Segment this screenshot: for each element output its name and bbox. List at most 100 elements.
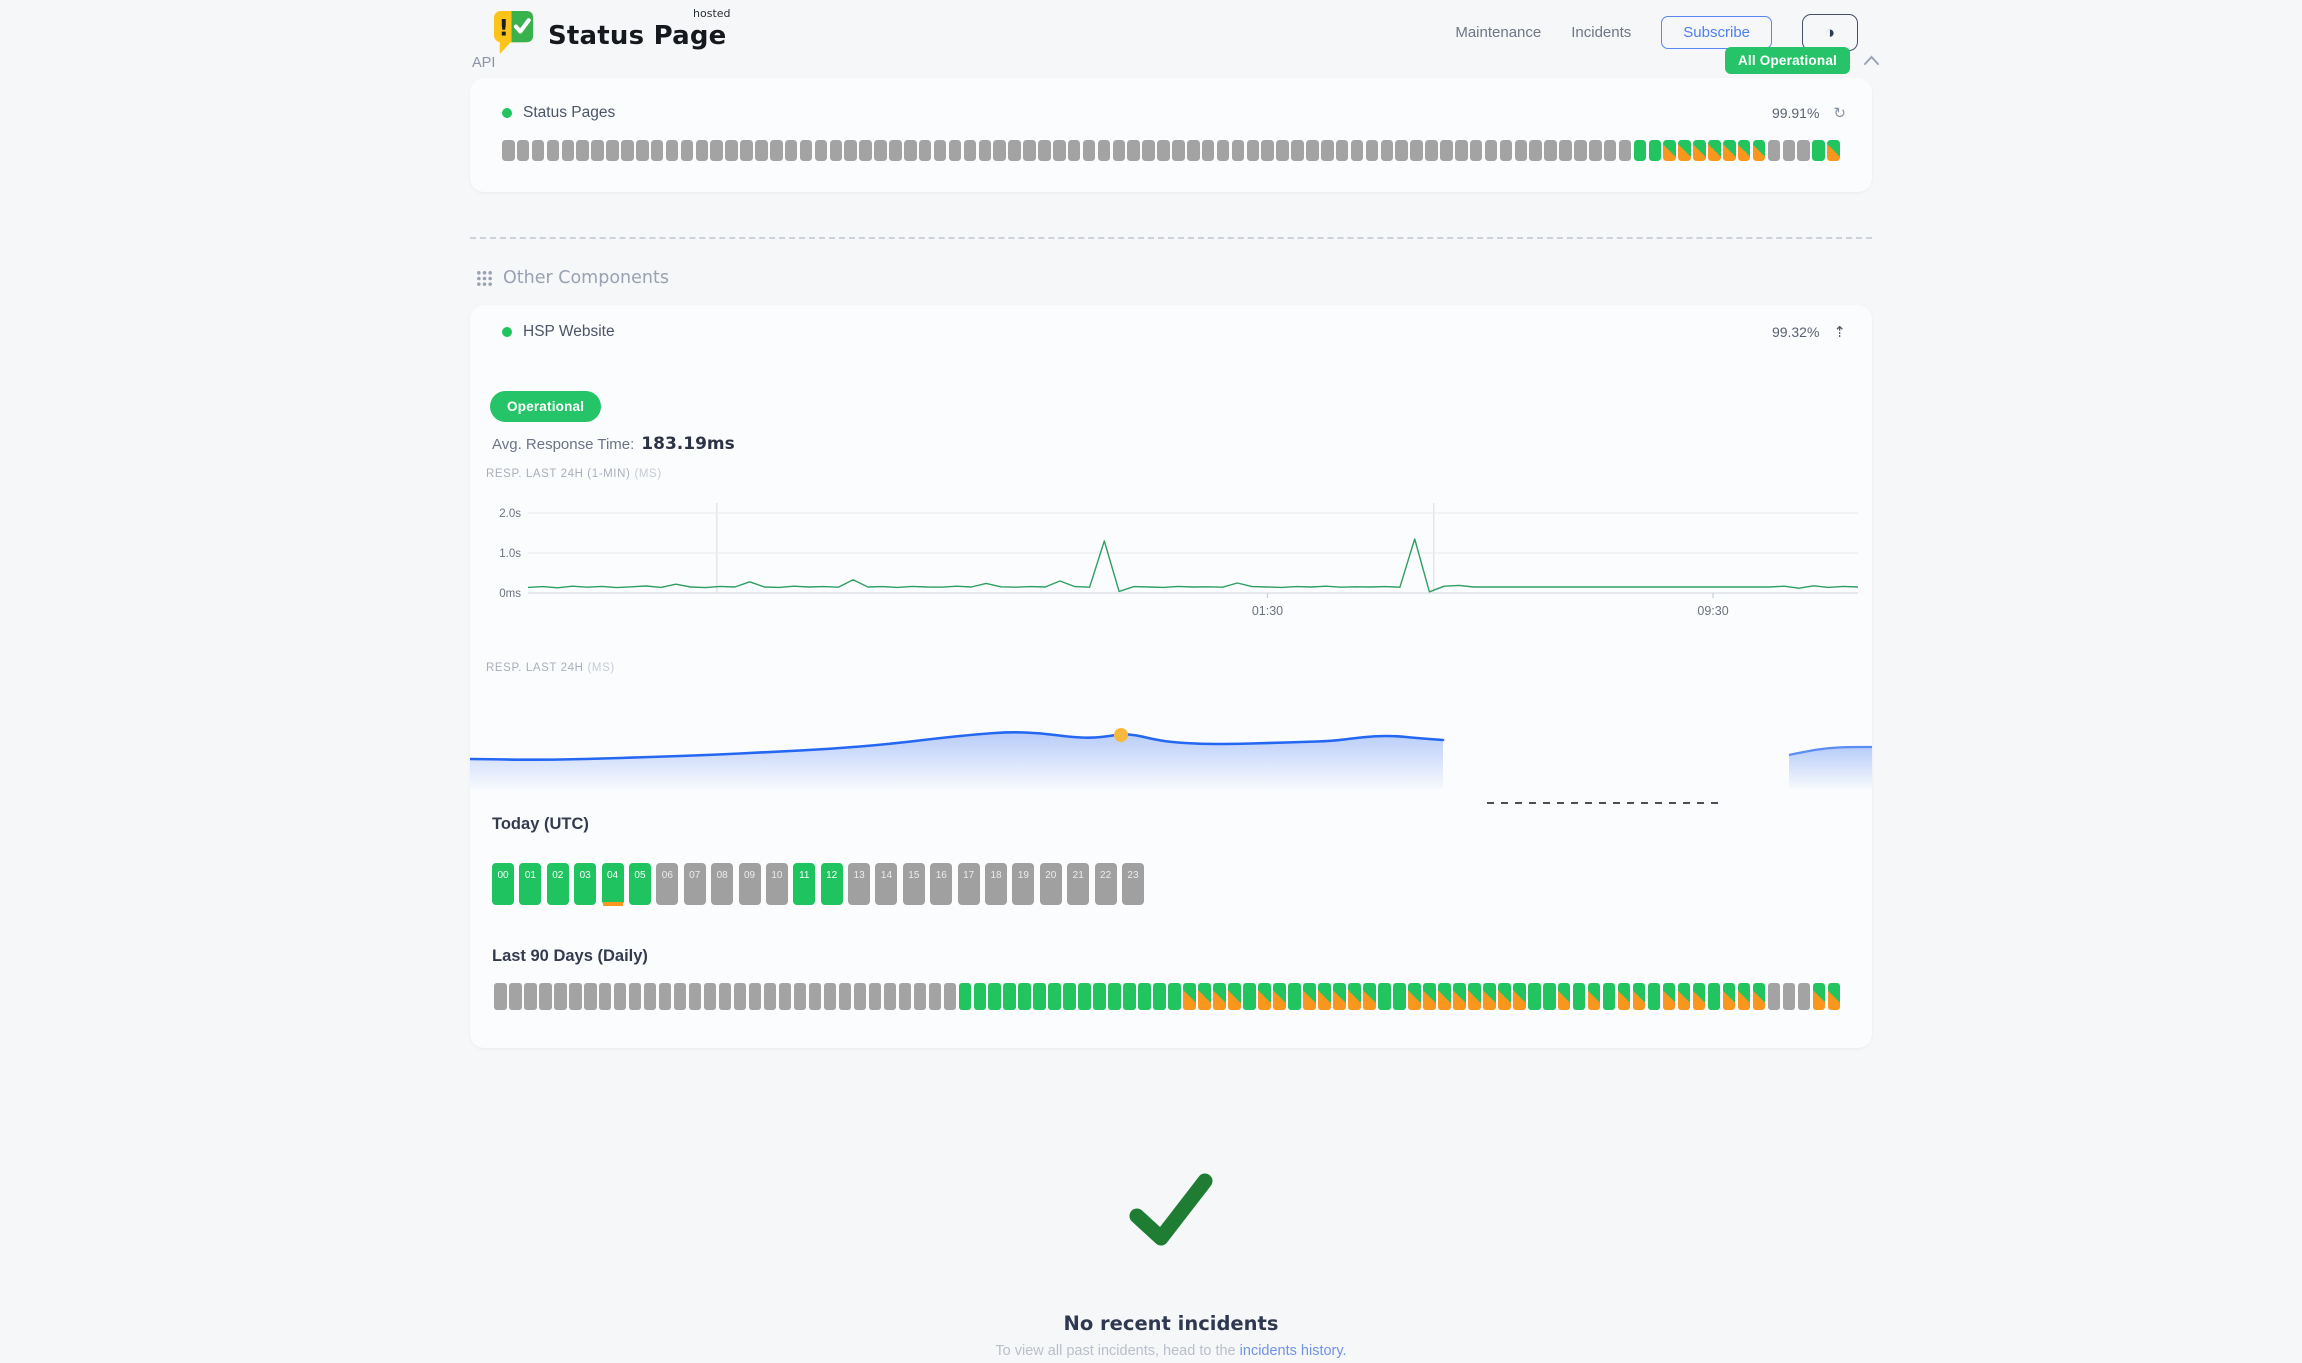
subscribe-button[interactable]: Subscribe	[1661, 16, 1772, 49]
footer	[470, 1172, 1872, 1248]
uptime-block	[681, 140, 694, 161]
daily-block	[1363, 983, 1376, 1010]
uptime-block	[1410, 140, 1423, 161]
daily-block	[674, 983, 687, 1010]
daily-block	[554, 983, 567, 1010]
uptime-block	[1336, 140, 1349, 161]
nav-item-maintenance[interactable]: Maintenance	[1455, 24, 1541, 41]
daily-block	[1453, 983, 1466, 1010]
daily-block	[599, 983, 612, 1010]
uptime-block	[696, 140, 709, 161]
uptime-block	[1619, 140, 1632, 161]
daily-block	[1618, 983, 1631, 1010]
daily-block	[1093, 983, 1106, 1010]
hour-block: 07	[684, 863, 706, 905]
uptime-block	[1351, 140, 1364, 161]
all-operational-badge: All Operational	[1725, 47, 1850, 74]
overall-status-banner: All Operational	[1725, 47, 1880, 74]
response-time-area-chart	[470, 725, 1872, 815]
daily-block	[1138, 983, 1151, 1010]
nav-item-incidents[interactable]: Incidents	[1571, 24, 1631, 41]
uptime-block	[1797, 140, 1810, 161]
daily-block	[1003, 983, 1016, 1010]
uptime-block	[1008, 140, 1021, 161]
chart2-label: RESP. LAST 24H(MS)	[486, 662, 615, 674]
uptime-block	[1753, 140, 1766, 161]
daily-block	[1048, 983, 1061, 1010]
uptime-block	[1113, 140, 1126, 161]
other-components-title: Other Components	[503, 268, 669, 288]
daily-block	[1768, 983, 1781, 1010]
daily-block	[1573, 983, 1586, 1010]
uptime-block	[1083, 140, 1096, 161]
uptime-block	[1395, 140, 1408, 161]
daily-block	[1693, 983, 1706, 1010]
uptime-block	[1649, 140, 1662, 161]
daily-block	[1333, 983, 1346, 1010]
hour-block: 14	[875, 863, 897, 905]
avg-response-time: Avg. Response Time:183.19ms	[492, 434, 735, 454]
svg-text:0ms: 0ms	[499, 588, 521, 600]
uptime-block	[1678, 140, 1691, 161]
daily-block	[1783, 983, 1796, 1010]
uptime-block	[651, 140, 664, 161]
uptime-block	[1485, 140, 1498, 161]
daily-block	[524, 983, 537, 1010]
daily-block	[1183, 983, 1196, 1010]
uptime-block	[1544, 140, 1557, 161]
brand-tag: hosted	[693, 7, 731, 20]
svg-text:1.0s: 1.0s	[499, 548, 521, 560]
refresh-icon[interactable]: ↻	[1833, 104, 1846, 122]
uptime-block	[1634, 140, 1647, 161]
uptime-percentage: 99.91%	[1772, 105, 1819, 121]
incidents-history-prefix: To view all past incidents, head to the	[995, 1343, 1239, 1359]
uptime-block	[1381, 140, 1394, 161]
section-divider	[470, 237, 1872, 239]
uptime-block	[785, 140, 798, 161]
today-title: Today (UTC)	[492, 815, 589, 834]
daily-block	[988, 983, 1001, 1010]
daily-block	[1378, 983, 1391, 1010]
uptime-block	[1768, 140, 1781, 161]
daily-block	[659, 983, 672, 1010]
uptime-block	[1455, 140, 1468, 161]
daily-block	[1288, 983, 1301, 1010]
chevron-up-icon[interactable]	[1863, 55, 1880, 66]
daily-block	[1813, 983, 1826, 1010]
hour-block: 02	[547, 863, 569, 905]
daily-block	[1468, 983, 1481, 1010]
component-status-dot	[502, 108, 512, 118]
uptime-block	[1232, 140, 1245, 161]
daily-block	[644, 983, 657, 1010]
theme-toggle-button[interactable]: ◑	[1802, 14, 1858, 51]
uptime-block	[1559, 140, 1572, 161]
uptime-block	[755, 140, 768, 161]
daily-block	[1018, 983, 1031, 1010]
uptime-block	[1663, 140, 1676, 161]
uptime-block	[1247, 140, 1260, 161]
uptime-block	[1604, 140, 1617, 161]
daily-block	[1213, 983, 1226, 1010]
daily-block	[1123, 983, 1136, 1010]
hour-block: 17	[958, 863, 980, 905]
daily-block	[1033, 983, 1046, 1010]
uptime-block	[1693, 140, 1706, 161]
incidents-history-link[interactable]: incidents history.	[1240, 1343, 1347, 1359]
uptime-block	[1187, 140, 1200, 161]
uptime-block	[1098, 140, 1111, 161]
hour-block: 22	[1095, 863, 1117, 905]
check-icon	[1128, 1172, 1214, 1248]
uptime-block	[815, 140, 828, 161]
daily-block	[704, 983, 717, 1010]
daily-block	[689, 983, 702, 1010]
uptime-block	[1202, 140, 1215, 161]
uptime-block	[874, 140, 887, 161]
uptime-block	[1261, 140, 1274, 161]
collapse-arrow-icon[interactable]: ⇡	[1833, 323, 1846, 341]
daily-block	[1108, 983, 1121, 1010]
daily-block	[869, 983, 882, 1010]
hour-block: 20	[1040, 863, 1062, 905]
daily-block	[1408, 983, 1421, 1010]
daily-block	[1798, 983, 1811, 1010]
daily-block	[944, 983, 957, 1010]
